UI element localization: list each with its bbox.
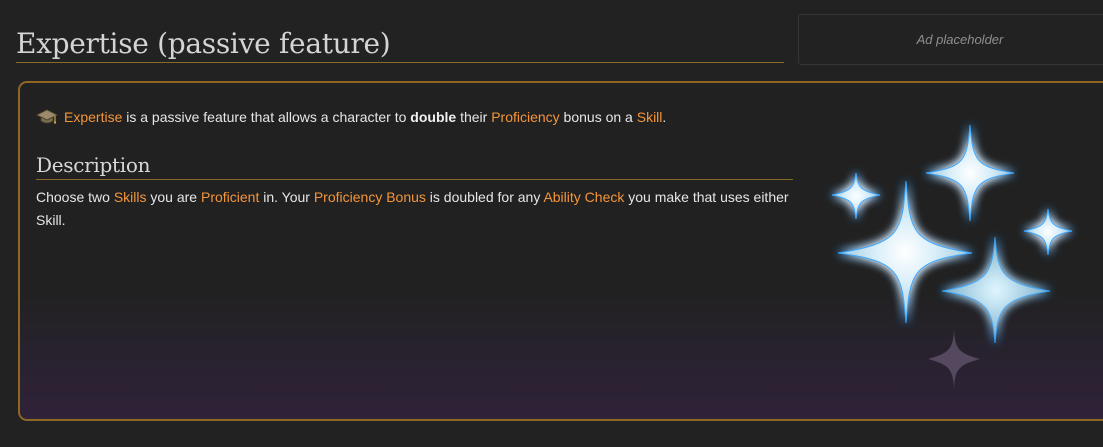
ability-check-link[interactable]: Ability Check [543, 189, 624, 205]
intro-bold-double: double [410, 109, 457, 125]
description-text: Choose two Skills you are Proficient in.… [36, 186, 806, 232]
skills-link[interactable]: Skills [114, 189, 147, 205]
intro-text-2: their [456, 109, 492, 125]
expertise-link[interactable]: Expertise [64, 109, 122, 125]
proficiency-bonus-link[interactable]: Proficiency Bonus [314, 189, 426, 205]
page: Expertise (passive feature) Ad placehold… [0, 0, 1103, 447]
page-title: Expertise (passive feature) [16, 26, 784, 63]
ad-placeholder-label: Ad placeholder [916, 32, 1004, 47]
proficient-link[interactable]: Proficient [201, 189, 259, 205]
sparkles-icon [831, 124, 1073, 389]
desc-text-4: is doubled for any [425, 189, 544, 205]
ad-placeholder: Ad placeholder [798, 14, 1103, 65]
graduation-cap-icon [36, 109, 58, 124]
intro-summary: Expertise is a passive feature that allo… [36, 105, 666, 129]
desc-text-1: Choose two [36, 189, 114, 205]
feature-panel: Expertise is a passive feature that allo… [18, 81, 1103, 421]
intro-text-1: is a passive feature that allows a chara… [122, 109, 411, 125]
description-heading: Description [36, 151, 793, 180]
desc-text-3: in. Your [259, 189, 314, 205]
skill-link[interactable]: Skill [637, 109, 663, 125]
desc-text-2: you are [146, 189, 201, 205]
proficiency-link[interactable]: Proficiency [491, 109, 559, 125]
intro-text-3: bonus on a [559, 109, 637, 125]
intro-text-4: . [662, 109, 667, 125]
